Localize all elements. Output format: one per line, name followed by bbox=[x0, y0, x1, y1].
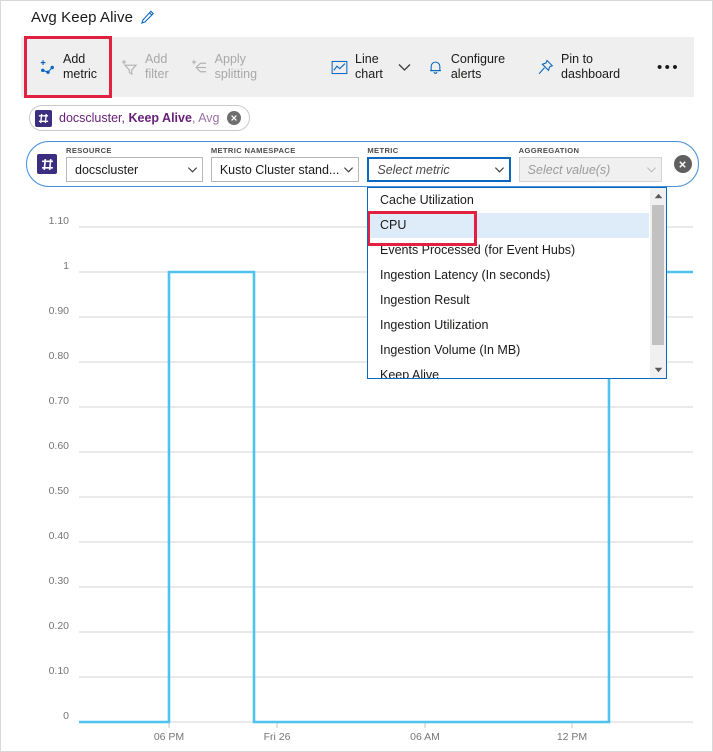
close-icon-svg bbox=[230, 115, 237, 121]
chevron-down-icon bbox=[187, 167, 197, 173]
line-chart-icon bbox=[331, 60, 348, 74]
aggregation-value: Select value(s) bbox=[527, 162, 611, 177]
metric-option[interactable]: Ingestion Utilization bbox=[368, 313, 649, 338]
metric-dropdown[interactable]: Select metric bbox=[367, 157, 511, 182]
metric-option[interactable]: Events Processed (for Event Hubs) bbox=[368, 238, 649, 263]
chevron-down-icon bbox=[344, 167, 354, 173]
chart-y-tick-label: 0 bbox=[63, 710, 69, 722]
metric-chip[interactable]: docscluster, Keep Alive, Avg bbox=[29, 105, 250, 131]
selector-close-icon[interactable] bbox=[673, 155, 692, 173]
metric-namespace-field: METRIC NAMESPACE Kusto Cluster stand... bbox=[210, 146, 360, 182]
more-options-button[interactable]: ••• bbox=[657, 60, 680, 75]
chart-y-axis-labels: 0 0.10 0.20 0.30 0.40 0.50 0.60 0.70 0.80 0.90 1 1.… bbox=[49, 215, 70, 722]
chevron-down-icon-svg bbox=[398, 63, 411, 71]
metric-option[interactable]: Ingestion Volume (In MB) bbox=[368, 338, 649, 363]
chip-close-icon[interactable] bbox=[226, 111, 241, 125]
chip-metric: Keep Alive bbox=[128, 111, 192, 125]
page-title-text: Avg Keep Alive bbox=[31, 9, 134, 26]
chevron-down-icon bbox=[494, 167, 504, 173]
metric-option[interactable]: Cache Utilization bbox=[368, 188, 649, 213]
metric-field-label: METRIC bbox=[367, 146, 399, 155]
metrics-chart-page: Avg Keep Alive Add metric Add filter App… bbox=[0, 0, 713, 752]
metric-option[interactable]: Ingestion Result bbox=[368, 288, 649, 313]
selector-metric-icon bbox=[37, 154, 57, 174]
chart-y-tick-label: 0.10 bbox=[49, 665, 70, 677]
aggregation-dropdown[interactable]: Select value(s) bbox=[518, 157, 662, 182]
apply-splitting-icon bbox=[191, 59, 206, 72]
add-filter-label: Add filter bbox=[145, 52, 169, 81]
line-chart-label: Line chart bbox=[355, 52, 383, 81]
pin-to-dashboard-button[interactable]: Pin to dashboard bbox=[526, 38, 631, 96]
metric-chip-icon bbox=[35, 109, 52, 127]
aggregation-field-label: AGGREGATION bbox=[518, 146, 580, 155]
metric-namespace-field-label: METRIC NAMESPACE bbox=[210, 146, 296, 155]
chart-y-tick-label: 0.80 bbox=[49, 350, 70, 362]
metric-options-scroll-thumb[interactable] bbox=[652, 205, 664, 345]
resource-value: docscluster bbox=[75, 162, 139, 177]
aggregation-field: AGGREGATION Select value(s) bbox=[518, 146, 662, 182]
chart-y-tick-label: 0.60 bbox=[49, 440, 70, 452]
add-metric-icon bbox=[40, 59, 54, 74]
chart-x-tick-label: 06 AM bbox=[410, 731, 440, 743]
configure-alerts-label: Configure alerts bbox=[450, 52, 506, 81]
metric-options-dropdown: Cache Utilization CPU Events Processed (fo… bbox=[367, 187, 667, 379]
chart-y-tick-label: 1.10 bbox=[49, 215, 70, 227]
chart-y-tick-label: 0.30 bbox=[49, 575, 70, 587]
chip-aggregation: , Avg bbox=[191, 111, 220, 125]
chart-x-tick-label: 12 PM bbox=[557, 731, 587, 743]
close-icon-svg bbox=[679, 160, 687, 168]
add-metric-button[interactable]: Add metric bbox=[23, 36, 113, 98]
chart-y-tick-label: 0.50 bbox=[49, 485, 70, 497]
chart-x-tick-label: 06 PM bbox=[154, 731, 184, 743]
chart-y-tick-label: 0.40 bbox=[49, 530, 70, 542]
pin-icon bbox=[538, 59, 554, 74]
selector-metric-icon-svg bbox=[41, 158, 53, 170]
metric-field: METRIC Select metric bbox=[367, 146, 511, 182]
resource-dropdown[interactable]: docscluster bbox=[66, 157, 203, 182]
add-metric-label: Add metric bbox=[63, 52, 98, 81]
pencil-icon[interactable] bbox=[140, 10, 155, 25]
metric-option[interactable]: Ingestion Latency (In seconds) bbox=[368, 263, 649, 288]
chart-y-tick-label: 0.20 bbox=[49, 620, 70, 632]
scroll-down-arrow-icon-svg bbox=[654, 367, 662, 373]
scroll-up-arrow-icon[interactable] bbox=[650, 188, 666, 204]
chart-x-tick-label: Fri 26 bbox=[264, 731, 291, 743]
metric-selector-row: RESOURCE docscluster METRIC NAMESPACE Ku… bbox=[26, 141, 699, 187]
pin-to-dashboard-label: Pin to dashboard bbox=[561, 52, 621, 81]
chart-y-tick-label: 0.90 bbox=[49, 305, 70, 317]
apply-splitting-label: Apply splitting bbox=[214, 52, 258, 81]
metric-value: Select metric bbox=[377, 162, 450, 177]
configure-alerts-button[interactable]: Configure alerts bbox=[416, 38, 516, 96]
page-title: Avg Keep Alive bbox=[31, 9, 155, 26]
pencil-icon-svg bbox=[141, 10, 155, 24]
chart-y-tick-label: 1 bbox=[63, 260, 69, 272]
metric-option[interactable]: Keep Alive bbox=[368, 363, 649, 378]
bell-icon bbox=[429, 61, 441, 74]
apply-splitting-button[interactable]: Apply splitting bbox=[180, 38, 268, 96]
metric-namespace-dropdown[interactable]: Kusto Cluster stand... bbox=[210, 157, 360, 182]
metric-option[interactable]: CPU bbox=[368, 211, 649, 246]
metric-namespace-value: Kusto Cluster stand... bbox=[219, 162, 340, 177]
metric-chip-icon-svg bbox=[38, 113, 49, 123]
scroll-up-arrow-icon-svg bbox=[654, 193, 662, 199]
chevron-down-icon bbox=[646, 167, 656, 173]
metric-options-scrollbar[interactable] bbox=[649, 188, 666, 378]
chart-type-chevron-down-icon[interactable] bbox=[394, 38, 416, 96]
chart-x-axis-labels: 06 PM Fri 26 06 AM 12 PM bbox=[154, 731, 587, 743]
resource-field: RESOURCE docscluster bbox=[66, 146, 203, 182]
resource-field-label: RESOURCE bbox=[66, 146, 112, 155]
chip-resource: docscluster, bbox=[59, 111, 129, 125]
line-chart-button[interactable]: Line chart bbox=[320, 38, 394, 96]
add-filter-button[interactable]: Add filter bbox=[110, 38, 180, 96]
metric-chip-text: docscluster, Keep Alive, Avg bbox=[59, 111, 220, 125]
scroll-down-arrow-icon[interactable] bbox=[650, 362, 666, 378]
toolbar: Add metric Add filter Apply splitting Li… bbox=[21, 36, 694, 98]
metric-options-list: Cache Utilization CPU Events Processed (fo… bbox=[368, 188, 649, 378]
chart-y-tick-label: 0.70 bbox=[49, 395, 70, 407]
add-filter-icon bbox=[121, 59, 138, 75]
